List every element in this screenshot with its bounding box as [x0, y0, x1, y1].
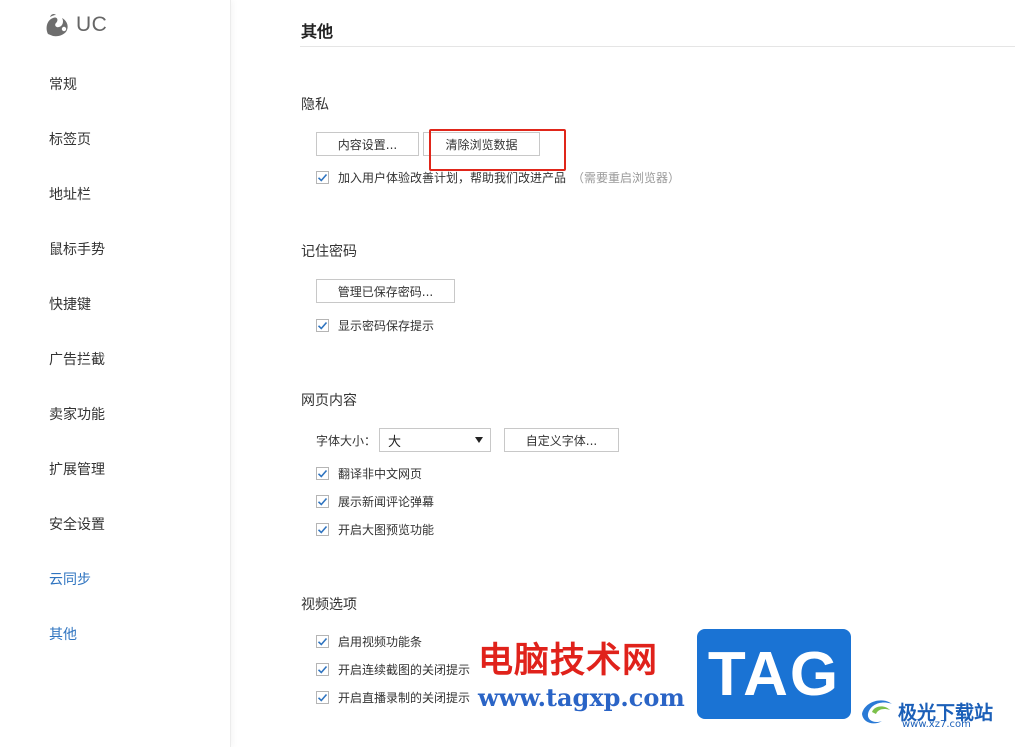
highlight-box — [429, 129, 566, 171]
checkmark-icon — [317, 497, 328, 506]
ux-plan-label: 加入用户体验改善计划，帮助我们改进产品 — [338, 171, 567, 185]
manage-passwords-button[interactable]: 管理已保存密码... — [316, 279, 455, 303]
image-preview-checkbox[interactable] — [316, 523, 329, 536]
content-settings-button[interactable]: 内容设置... — [316, 132, 419, 156]
section-title-passwords: 记住密码 — [301, 244, 357, 260]
news-danmaku-checkbox[interactable] — [316, 495, 329, 508]
image-preview-row[interactable]: 开启大图预览功能 — [316, 521, 434, 538]
translate-label: 翻译非中文网页 — [338, 467, 423, 481]
ux-plan-checkbox[interactable] — [316, 171, 329, 184]
screenshot-close-prompt-label: 开启连续截图的关闭提示 — [338, 663, 471, 677]
checkmark-icon — [317, 469, 328, 478]
screenshot-close-prompt-checkbox[interactable] — [316, 663, 329, 676]
checkmark-icon — [317, 321, 328, 330]
watermark-url: www.tagxp.com — [478, 683, 685, 712]
custom-font-button[interactable]: 自定义字体... — [504, 428, 619, 452]
sidebar-item-mouse-gesture[interactable]: 鼠标手势 — [49, 240, 105, 260]
font-size-value: 大 — [388, 434, 402, 450]
restart-hint: （需要重启浏览器） — [572, 171, 681, 185]
squirrel-logo-icon — [46, 13, 68, 37]
screenshot-close-prompt-row[interactable]: 开启连续截图的关闭提示 — [316, 661, 470, 678]
watermark-cn-text: 电脑技术网 — [478, 641, 659, 681]
sidebar-item-general[interactable]: 常规 — [49, 75, 77, 95]
checkmark-icon — [317, 173, 328, 182]
sidebar-item-other[interactable]: 其他 — [49, 625, 77, 645]
logo-text: UC — [76, 13, 108, 36]
translate-checkbox[interactable] — [316, 467, 329, 480]
section-title-privacy: 隐私 — [301, 97, 329, 113]
checkmark-icon — [317, 693, 328, 702]
sidebar-item-tabs[interactable]: 标签页 — [49, 130, 91, 150]
show-password-prompt-label: 显示密码保存提示 — [338, 319, 435, 333]
sidebar-item-seller[interactable]: 卖家功能 — [49, 405, 105, 425]
sidebar-item-extensions[interactable]: 扩展管理 — [49, 460, 105, 480]
watermark-site-logo: 极光下载站 www.xz7.com — [858, 694, 993, 730]
watermark-site-url: www.xz7.com — [902, 719, 971, 730]
sidebar-item-adblock[interactable]: 广告拦截 — [49, 350, 105, 370]
sidebar-item-security[interactable]: 安全设置 — [49, 515, 105, 535]
checkmark-icon — [317, 637, 328, 646]
checkmark-icon — [317, 665, 328, 674]
section-title-webcontent: 网页内容 — [301, 393, 357, 409]
video-toolbar-label: 启用视频功能条 — [338, 635, 423, 649]
watermark-tag-text: TAG — [707, 639, 841, 709]
checkmark-icon — [317, 525, 328, 534]
ux-plan-checkbox-row[interactable]: 加入用户体验改善计划，帮助我们改进产品 （需要重启浏览器） — [316, 169, 680, 186]
swirl-logo-icon — [862, 700, 892, 724]
dropdown-arrow-icon — [475, 437, 483, 443]
settings-sidebar: UC 常规 标签页 地址栏 鼠标手势 快捷键 广告拦截 卖家功能 扩展管理 安全… — [0, 0, 231, 747]
uc-logo: UC — [44, 10, 107, 40]
translate-row[interactable]: 翻译非中文网页 — [316, 465, 422, 482]
image-preview-label: 开启大图预览功能 — [338, 523, 435, 537]
font-size-select[interactable]: 大 — [379, 428, 491, 452]
sidebar-item-addressbar[interactable]: 地址栏 — [49, 185, 91, 205]
page-title: 其他 — [301, 22, 334, 41]
video-toolbar-checkbox[interactable] — [316, 635, 329, 648]
watermark-tag-logo: TAG — [697, 629, 851, 719]
live-record-close-prompt-row[interactable]: 开启直播录制的关闭提示 — [316, 689, 470, 706]
title-divider — [300, 46, 1015, 47]
font-size-label: 字体大小： — [316, 434, 377, 448]
video-toolbar-row[interactable]: 启用视频功能条 — [316, 633, 422, 650]
live-record-close-prompt-checkbox[interactable] — [316, 691, 329, 704]
section-title-video: 视频选项 — [301, 597, 357, 613]
show-password-prompt-checkbox[interactable] — [316, 319, 329, 332]
show-password-prompt-row[interactable]: 显示密码保存提示 — [316, 317, 434, 334]
news-danmaku-label: 展示新闻评论弹幕 — [338, 495, 435, 509]
sidebar-item-shortcuts[interactable]: 快捷键 — [49, 295, 91, 315]
live-record-close-prompt-label: 开启直播录制的关闭提示 — [338, 691, 471, 705]
news-danmaku-row[interactable]: 展示新闻评论弹幕 — [316, 493, 434, 510]
sidebar-item-cloud-sync[interactable]: 云同步 — [49, 570, 91, 590]
